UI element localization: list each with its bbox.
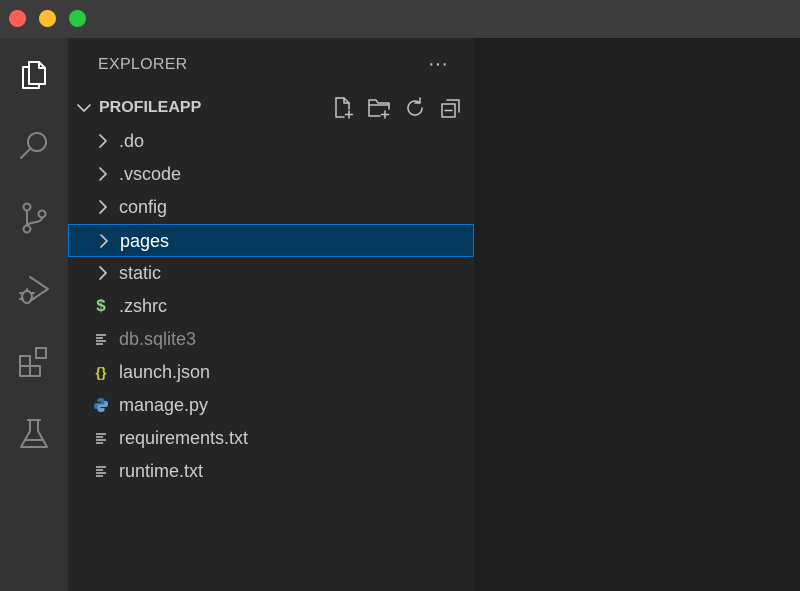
explorer-activity-button[interactable]	[0, 44, 68, 104]
shell-file-icon: $	[96, 296, 106, 315]
more-actions-button[interactable]: ···	[424, 50, 452, 78]
text-file-icon	[92, 461, 110, 481]
new-folder-icon	[368, 99, 390, 119]
refresh-explorer-button[interactable]	[400, 95, 430, 121]
testing-activity-button[interactable]	[0, 404, 68, 464]
tree-item-folder-selected[interactable]: pages	[68, 224, 474, 257]
tree-item-label: .zshrc	[119, 296, 168, 316]
tree-item-label: launch.json	[119, 362, 211, 382]
tree-item-label: manage.py	[119, 395, 209, 415]
tree-item-file[interactable]: runtime.txt	[68, 455, 474, 488]
search-activity-button[interactable]	[0, 116, 68, 176]
files-icon	[22, 61, 46, 89]
tree-item-file[interactable]: {} launch.json	[68, 356, 474, 389]
tree-item-file[interactable]: db.sqlite3	[68, 323, 474, 356]
json-file-icon: {}	[95, 364, 107, 380]
source-control-activity-button[interactable]	[0, 188, 68, 248]
text-file-icon	[92, 329, 110, 349]
source-control-icon	[22, 202, 47, 234]
new-file-button[interactable]	[328, 95, 358, 121]
tree-item-label: .vscode	[119, 164, 182, 184]
workspace-section-header[interactable]: PROFILEAPP	[68, 92, 474, 124]
chevron-down-icon	[77, 104, 91, 112]
tree-item-label: config	[119, 197, 168, 217]
title-bar	[0, 0, 800, 38]
chevron-right-icon	[96, 200, 110, 214]
tree-item-label: pages	[120, 231, 170, 251]
tree-item-file[interactable]: manage.py	[68, 389, 474, 422]
tree-item-label: db.sqlite3	[119, 329, 197, 349]
chevron-right-icon	[96, 266, 110, 280]
close-window-button[interactable]	[9, 10, 26, 27]
chevron-right-icon	[97, 234, 111, 248]
tree-item-folder[interactable]: static	[68, 257, 474, 290]
testing-icon	[20, 419, 48, 448]
zoom-window-button[interactable]	[69, 10, 86, 27]
text-file-icon	[92, 428, 110, 448]
collapse-all-button[interactable]	[436, 95, 466, 121]
tree-item-label: runtime.txt	[119, 461, 204, 481]
new-folder-button[interactable]	[364, 95, 394, 121]
editor-area[interactable]	[474, 38, 800, 591]
chevron-right-icon	[96, 167, 110, 181]
run-debug-icon	[19, 276, 49, 304]
file-tree: .do .vscode config pages static $ .zshrc…	[68, 125, 474, 488]
activity-bar	[0, 38, 68, 591]
workspace-title: PROFILEAPP	[99, 99, 202, 116]
tree-item-folder[interactable]: .vscode	[68, 158, 474, 191]
tree-item-folder[interactable]: .do	[68, 125, 474, 158]
refresh-icon	[407, 97, 423, 116]
tree-item-label: .do	[119, 131, 145, 151]
collapse-all-icon	[441, 99, 460, 118]
chevron-right-icon	[96, 134, 110, 148]
minimize-window-button[interactable]	[39, 10, 56, 27]
explorer-sidebar: EXPLORER ··· PROFILEAPP .do .vscode conf…	[68, 38, 474, 591]
search-icon	[20, 132, 47, 159]
tree-item-folder[interactable]: config	[68, 191, 474, 224]
python-file-icon	[92, 395, 110, 415]
tree-item-label: static	[119, 263, 162, 283]
extensions-icon	[19, 347, 47, 377]
explorer-header: EXPLORER	[98, 56, 188, 73]
ellipsis-icon: ···	[428, 52, 448, 75]
extensions-activity-button[interactable]	[0, 332, 68, 392]
explorer-toolbar	[328, 95, 466, 121]
tree-item-file[interactable]: requirements.txt	[68, 422, 474, 455]
tree-item-label: requirements.txt	[119, 428, 249, 448]
tree-item-file[interactable]: $ .zshrc	[68, 290, 474, 323]
run-debug-activity-button[interactable]	[0, 260, 68, 320]
new-file-icon	[335, 97, 354, 119]
